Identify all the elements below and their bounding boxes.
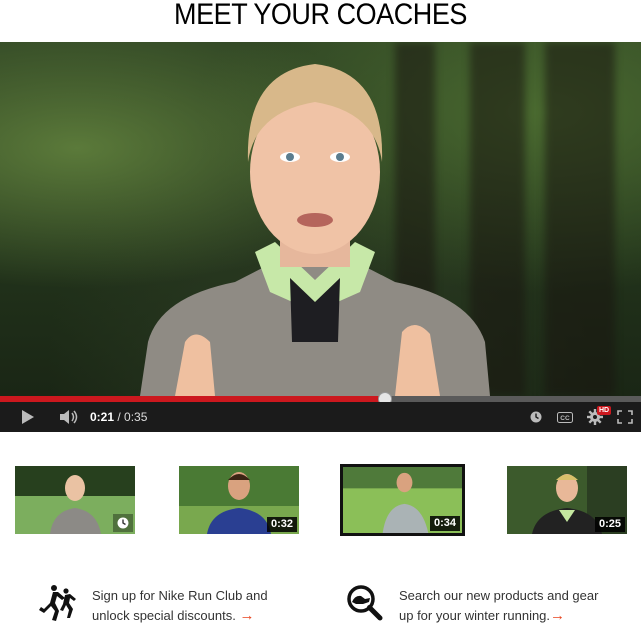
video-frame[interactable] xyxy=(0,42,641,396)
runners-icon xyxy=(38,583,78,623)
arrow-right-icon[interactable]: → xyxy=(550,607,565,624)
video-player[interactable]: 0:21 / 0:35 CC HD xyxy=(0,42,641,432)
play-icon[interactable] xyxy=(14,402,42,432)
player-controls: 0:21 / 0:35 CC HD xyxy=(0,402,641,432)
time-separator: / xyxy=(114,410,125,424)
svg-text:CC: CC xyxy=(560,415,570,422)
volume-icon[interactable] xyxy=(56,402,84,432)
video-thumbnail-selected[interactable]: 0:34 xyxy=(340,464,465,536)
promo-search-products[interactable]: Search our new products and gear up for … xyxy=(399,586,598,626)
promo-run-club[interactable]: Sign up for Nike Run Club and unlock spe… xyxy=(92,586,268,626)
search-products-icon xyxy=(344,583,384,623)
promo-line: unlock special discounts. xyxy=(92,608,236,623)
hd-badge: HD xyxy=(597,406,612,415)
page-title: MEET YOUR COACHES xyxy=(174,0,467,31)
video-duration: 0:25 xyxy=(594,517,625,532)
time-display: 0:21 / 0:35 xyxy=(90,402,147,432)
video-thumbnail[interactable]: 0:25 xyxy=(507,466,627,534)
video-thumbnail[interactable] xyxy=(15,466,135,534)
promo-line: Search our new products and gear xyxy=(399,588,599,603)
captions-icon[interactable]: CC xyxy=(555,402,575,432)
video-thumbnail[interactable]: 0:32 xyxy=(179,466,299,534)
video-duration: 0:34 xyxy=(429,516,460,531)
coach-video-still xyxy=(140,64,490,396)
arrow-right-icon[interactable]: → xyxy=(239,607,254,624)
watch-later-icon[interactable] xyxy=(526,402,546,432)
video-duration: 0:32 xyxy=(266,517,297,532)
promo-line: up for your winter running. xyxy=(399,608,551,623)
total-time: 0:35 xyxy=(124,410,148,424)
current-time: 0:21 xyxy=(90,410,115,424)
watch-later-icon[interactable] xyxy=(113,514,133,532)
fullscreen-icon[interactable] xyxy=(614,402,636,432)
promo-line: Sign up for Nike Run Club and xyxy=(92,588,268,603)
